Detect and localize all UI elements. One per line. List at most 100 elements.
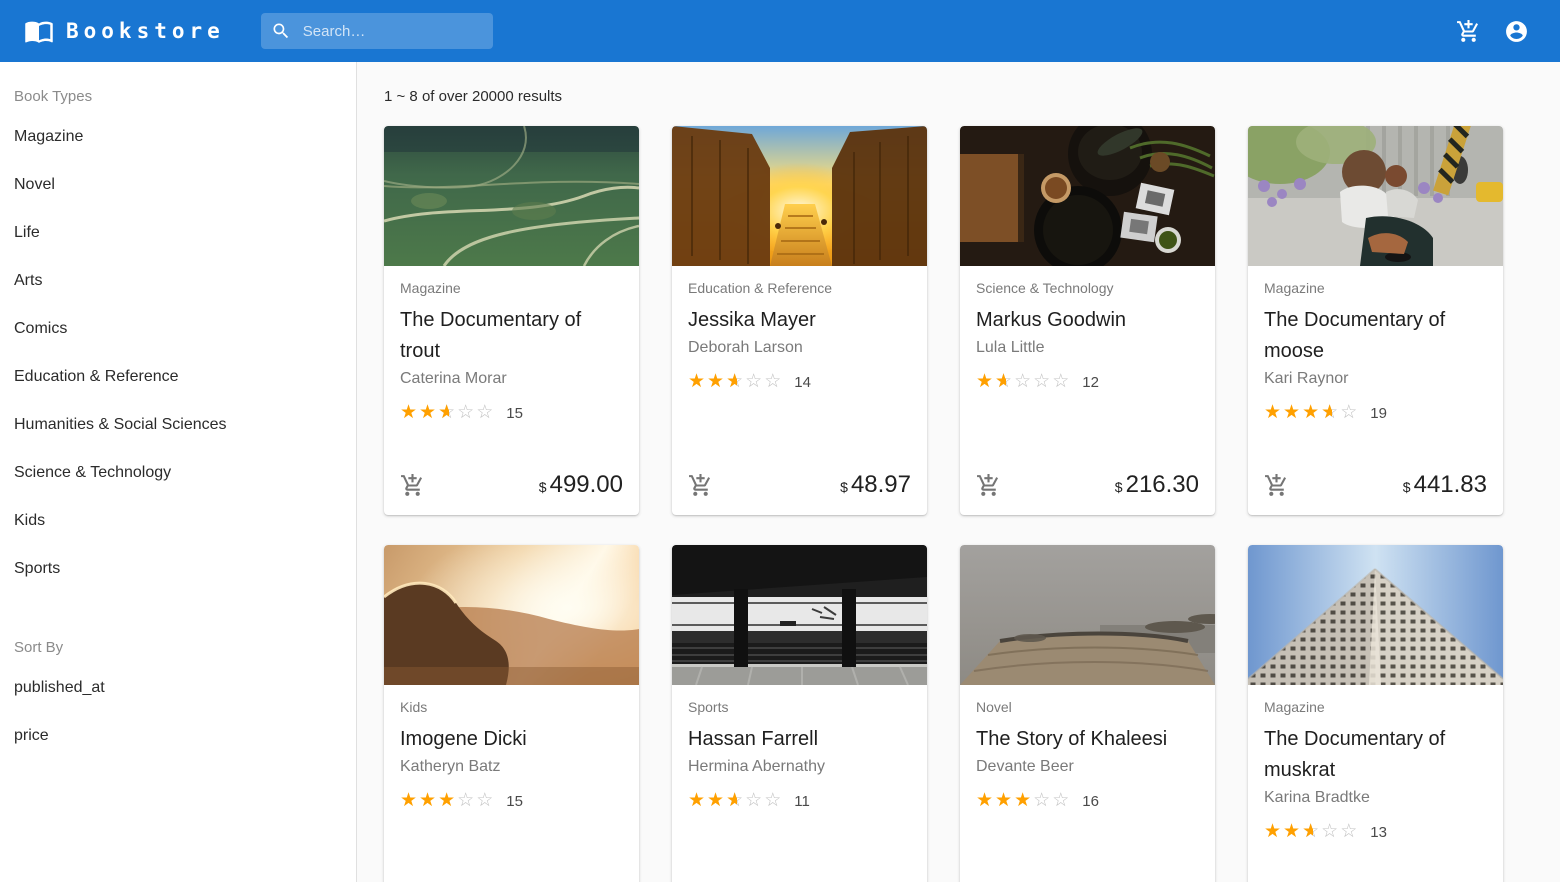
currency-symbol: $ — [1403, 479, 1411, 495]
product-category: Novel — [976, 699, 1199, 715]
search-input[interactable] — [303, 23, 473, 40]
sidebar-item-sports[interactable]: Sports — [0, 545, 356, 593]
add-shopping-cart-icon — [1456, 19, 1481, 44]
product-card-the-documentary-of-moose[interactable]: Magazine The Documentary of moose Kari R… — [1248, 126, 1503, 515]
product-price: $ 499.00 — [539, 471, 623, 499]
product-grid: Magazine The Documentary of trout Cateri… — [384, 126, 1532, 882]
product-rating: ★★★☆☆ 15 — [400, 791, 623, 811]
star-icon: ☆ — [476, 791, 495, 811]
search-icon — [271, 21, 291, 41]
results-summary: 1 ~ 8 of over 20000 results — [384, 88, 1532, 105]
sidebar-item-science-technology[interactable]: Science & Technology — [0, 449, 356, 497]
product-author: Lula Little — [976, 339, 1199, 357]
star-icon: ☆ — [1052, 372, 1071, 392]
sidebar-item-novel[interactable]: Novel — [0, 161, 356, 209]
product-title: Hassan Farrell — [688, 724, 911, 755]
add-shopping-cart-icon — [688, 473, 713, 498]
product-author: Caterina Morar — [400, 370, 623, 388]
product-card-the-documentary-of-muskrat[interactable]: Magazine The Documentary of muskrat Kari… — [1248, 545, 1503, 882]
star-icon: ★ — [688, 372, 707, 392]
review-count: 11 — [794, 793, 810, 810]
star-icon: ★ — [1264, 403, 1283, 423]
star-icon: ★ — [438, 791, 457, 811]
book-types-label: Book Types — [0, 64, 356, 113]
product-rating: ★★☆★☆☆ 13 — [1264, 822, 1487, 842]
product-author: Karina Bradtke — [1264, 789, 1487, 807]
product-category: Sports — [688, 699, 911, 715]
aerial-farmland-photo — [384, 126, 639, 266]
product-title: The Story of Khaleesi — [976, 724, 1199, 755]
product-title: Imogene Dicki — [400, 724, 623, 755]
star-icon: ☆ — [1014, 372, 1033, 392]
star-icon: ★ — [995, 791, 1014, 811]
currency-symbol: $ — [840, 479, 848, 495]
product-rating: ★★★☆★☆ 19 — [1264, 403, 1487, 423]
add-shopping-cart-icon — [1264, 473, 1289, 498]
product-card-markus-goodwin[interactable]: Science & Technology Markus Goodwin Lula… — [960, 126, 1215, 515]
product-category: Magazine — [1264, 280, 1487, 296]
main-content: 1 ~ 8 of over 20000 results Magazine The… — [357, 62, 1560, 882]
star-icon: ★ — [419, 403, 438, 423]
star-rating: ★★☆★☆☆ — [688, 791, 783, 811]
sort-by-label: Sort By — [0, 615, 356, 664]
product-title: The Documentary of muskrat — [1264, 724, 1487, 786]
star-icon: ★ — [419, 791, 438, 811]
star-icon: ★ — [1264, 822, 1283, 842]
star-icon: ★ — [976, 791, 995, 811]
sort-by-list: published_atprice — [0, 664, 356, 760]
star-icon: ★ — [1302, 403, 1321, 423]
add-to-cart-button[interactable] — [976, 473, 1001, 498]
add-to-cart-button[interactable] — [1264, 473, 1289, 498]
star-rating: ★★★☆☆ — [400, 791, 495, 811]
star-icon: ☆ — [745, 791, 764, 811]
product-category: Kids — [400, 699, 623, 715]
product-card-imogene-dicki[interactable]: Kids Imogene Dicki Katheryn Batz ★★★☆☆ 1… — [384, 545, 639, 882]
sidebar-item-comics[interactable]: Comics — [0, 305, 356, 353]
product-rating: ★★☆★☆☆ 14 — [688, 372, 911, 392]
product-card-the-story-of-khaleesi[interactable]: Novel The Story of Khaleesi Devante Beer… — [960, 545, 1215, 882]
add-shopping-cart-icon — [976, 473, 1001, 498]
add-to-cart-button[interactable] — [688, 473, 713, 498]
sidebar-item-humanities-social-sciences[interactable]: Humanities & Social Sciences — [0, 401, 356, 449]
star-icon: ☆ — [1033, 372, 1052, 392]
product-category: Magazine — [400, 280, 623, 296]
star-icon: ☆★ — [995, 372, 1014, 392]
sidebar-item-arts[interactable]: Arts — [0, 257, 356, 305]
star-icon: ☆★ — [1302, 822, 1321, 842]
star-icon: ★ — [707, 791, 726, 811]
product-rating: ★★☆★☆☆ 11 — [688, 791, 911, 811]
product-category: Science & Technology — [976, 280, 1199, 296]
star-icon: ☆ — [764, 372, 783, 392]
brand-logo[interactable]: Bookstore — [24, 16, 225, 46]
product-title: Markus Goodwin — [976, 305, 1199, 336]
skyscraper-photo — [1248, 545, 1503, 685]
star-rating: ★★☆★☆☆ — [688, 372, 783, 392]
sidebar-item-life[interactable]: Life — [0, 209, 356, 257]
app-header: Bookstore — [0, 0, 1560, 62]
star-icon: ☆★ — [438, 403, 457, 423]
product-card-hassan-farrell[interactable]: Sports Hassan Farrell Hermina Abernathy … — [672, 545, 927, 882]
product-rating: ★☆★☆☆☆ 12 — [976, 372, 1199, 392]
sidebar-item-kids[interactable]: Kids — [0, 497, 356, 545]
review-count: 16 — [1082, 793, 1099, 810]
product-card-jessika-mayer[interactable]: Education & Reference Jessika Mayer Debo… — [672, 126, 927, 515]
sort-option-price[interactable]: price — [0, 712, 356, 760]
review-count: 19 — [1370, 405, 1387, 422]
cart-button[interactable] — [1448, 11, 1488, 51]
product-title: Jessika Mayer — [688, 305, 911, 336]
star-icon: ★ — [707, 372, 726, 392]
product-card-the-documentary-of-trout[interactable]: Magazine The Documentary of trout Cateri… — [384, 126, 639, 515]
star-icon: ★ — [400, 791, 419, 811]
sidebar-item-education-reference[interactable]: Education & Reference — [0, 353, 356, 401]
star-icon: ★ — [1014, 791, 1033, 811]
product-category: Magazine — [1264, 699, 1487, 715]
add-to-cart-button[interactable] — [400, 473, 425, 498]
account-button[interactable] — [1496, 11, 1536, 51]
book-types-list: MagazineNovelLifeArtsComicsEducation & R… — [0, 113, 356, 593]
star-icon: ★ — [688, 791, 707, 811]
star-icon: ☆ — [476, 403, 495, 423]
star-icon: ☆ — [457, 791, 476, 811]
sort-option-published-at[interactable]: published_at — [0, 664, 356, 712]
sidebar-item-magazine[interactable]: Magazine — [0, 113, 356, 161]
star-rating: ★★★☆★☆ — [1264, 403, 1359, 423]
